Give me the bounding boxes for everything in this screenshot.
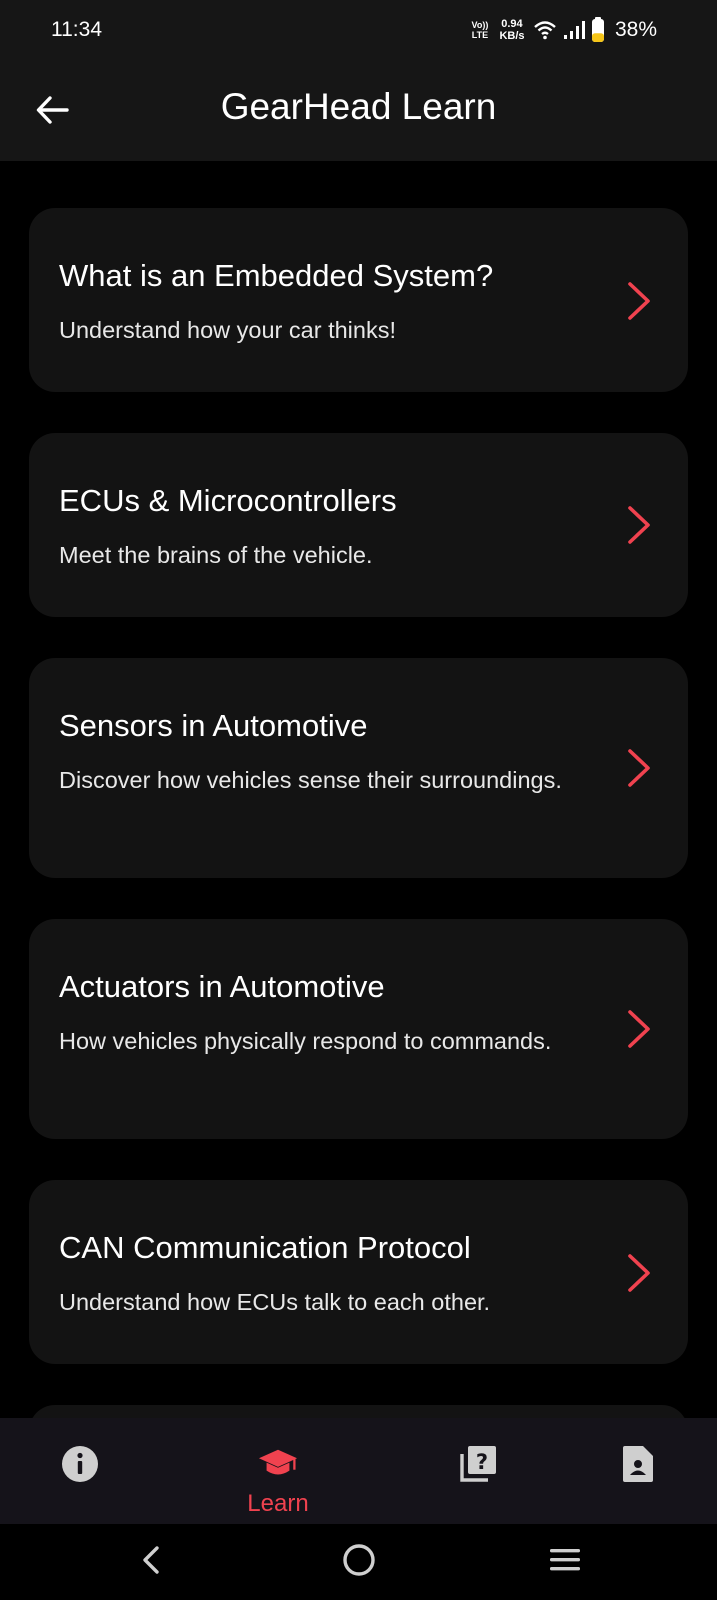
status-icons: Vo)) LTE 0.94 KB/s 38%	[469, 14, 657, 46]
chevron-right-icon	[626, 281, 652, 321]
lesson-card-title: Actuators in Automotive	[59, 969, 385, 1004]
lesson-card-embedded-system[interactable]: What is an Embedded System? Understand h…	[29, 208, 688, 392]
nav-item-quiz[interactable]: ?	[418, 1418, 538, 1524]
system-nav	[0, 1524, 717, 1600]
lesson-card-can-protocol[interactable]: CAN Communication Protocol Understand ho…	[29, 1180, 688, 1364]
battery-icon	[591, 17, 605, 43]
nav-label-learn: Learn	[247, 1490, 309, 1517]
volte-bottom: LTE	[471, 30, 489, 40]
home-icon	[342, 1543, 376, 1582]
lesson-card-title: ECUs & Microcontrollers	[59, 483, 397, 518]
chevron-right-icon	[626, 1253, 652, 1293]
chevron-right-icon	[626, 748, 652, 788]
system-home-button[interactable]	[339, 1542, 379, 1582]
nav-item-info[interactable]	[20, 1418, 140, 1524]
quiz-icon: ?	[458, 1444, 498, 1484]
volte-top: Vo))	[471, 20, 489, 30]
network-speed: 0.94 KB/s	[497, 18, 527, 42]
lesson-card-subtitle: How vehicles physically respond to comma…	[59, 1028, 552, 1054]
volte-indicator: Vo)) LTE	[469, 20, 491, 40]
lesson-card-subtitle: Understand how ECUs talk to each other.	[59, 1289, 491, 1315]
battery-percent: 38%	[614, 18, 657, 41]
network-speed-unit: KB/s	[499, 30, 525, 42]
lesson-card-sensors[interactable]: Sensors in Automotive Discover how vehic…	[29, 658, 688, 878]
lesson-card-actuators[interactable]: Actuators in Automotive How vehicles phy…	[29, 919, 688, 1139]
chevron-right-icon	[626, 1009, 652, 1049]
recents-icon	[548, 1547, 582, 1578]
graduation-cap-icon	[258, 1444, 298, 1484]
nav-item-learn[interactable]: Learn	[218, 1418, 338, 1524]
lesson-list: What is an Embedded System? Understand h…	[0, 161, 717, 1418]
status-bar: 11:34 Vo)) LTE 0.94 KB/s 38%	[0, 0, 717, 60]
system-back-button[interactable]	[131, 1542, 171, 1582]
lesson-card-partial[interactable]	[29, 1405, 688, 1418]
lesson-card-subtitle: Discover how vehicles sense their surrou…	[59, 767, 562, 793]
info-icon	[60, 1444, 100, 1484]
system-recents-button[interactable]	[545, 1542, 585, 1582]
lesson-card-subtitle: Understand how your car thinks!	[59, 317, 396, 343]
lesson-card-subtitle: Meet the brains of the vehicle.	[59, 542, 373, 568]
profile-document-icon	[618, 1444, 658, 1484]
back-icon	[139, 1545, 163, 1580]
nav-item-profile[interactable]	[578, 1418, 698, 1524]
app-bar: GearHead Learn	[0, 60, 717, 161]
wifi-icon	[533, 19, 557, 41]
svg-text:?: ?	[476, 1450, 488, 1474]
status-time: 11:34	[51, 18, 102, 41]
lesson-card-title: Sensors in Automotive	[59, 708, 368, 743]
page-title: GearHead Learn	[220, 86, 497, 127]
lesson-card-ecus[interactable]: ECUs & Microcontrollers Meet the brains …	[29, 433, 688, 617]
lesson-card-title: CAN Communication Protocol	[59, 1230, 471, 1265]
network-speed-value: 0.94	[501, 18, 523, 30]
lesson-card-title: What is an Embedded System?	[59, 258, 494, 293]
bottom-nav: Learn ?	[0, 1418, 717, 1524]
signal-icon	[563, 20, 585, 40]
chevron-right-icon	[626, 505, 652, 545]
